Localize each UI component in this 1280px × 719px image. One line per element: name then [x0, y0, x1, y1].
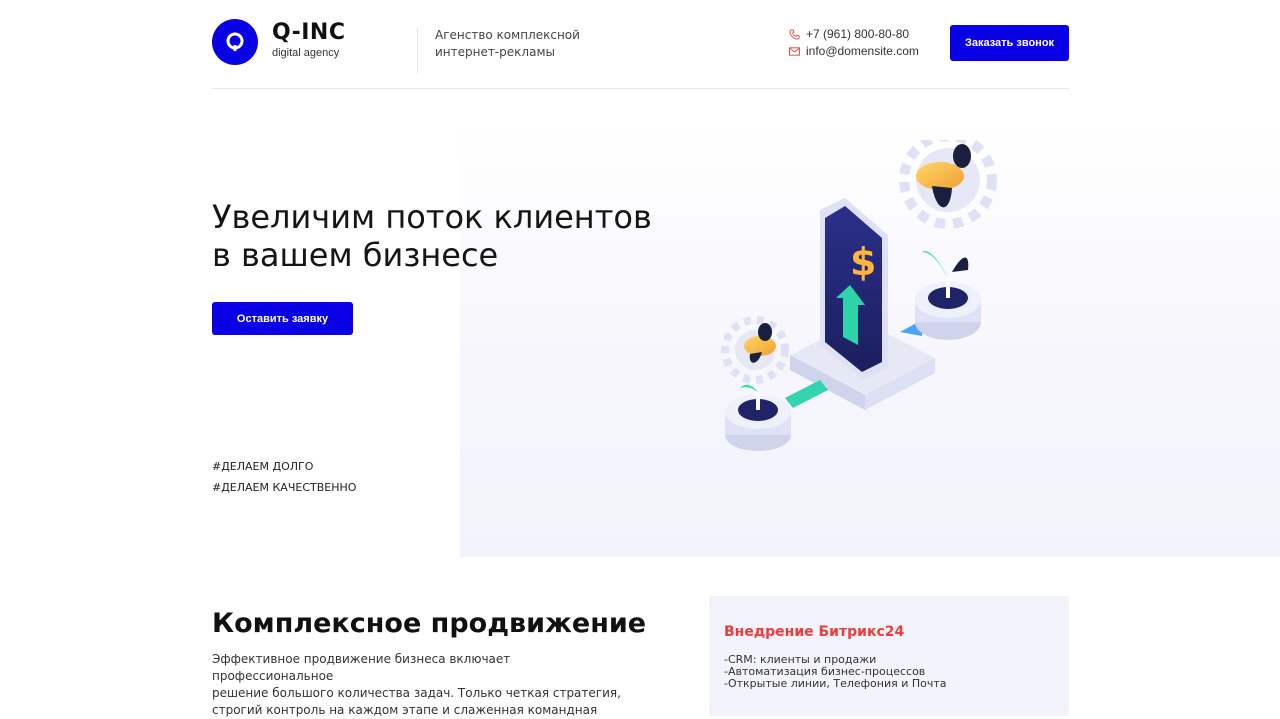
tagline-line: интернет-рекламы — [435, 45, 555, 59]
hero-title-line: Увеличим поток клиентов — [212, 198, 652, 236]
description-line: решение большого количества задач. Тольк… — [212, 686, 621, 700]
mail-icon — [789, 46, 800, 56]
hero-title-line: в вашем бизнесе — [212, 236, 499, 274]
gear-coin-left — [721, 316, 789, 384]
logo-q-icon — [226, 32, 244, 51]
growth-illustration: $ — [721, 140, 997, 451]
service-card-title[interactable]: Внедрение Битрикс24 — [724, 624, 904, 640]
email-address[interactable]: info@domensite.com — [806, 44, 919, 58]
hashtag: #ДЕЛАЕМ ДОЛГО — [212, 460, 314, 473]
hashtag: #ДЕЛАЕМ КАЧЕСТВЕННО — [212, 481, 357, 494]
service-card-list: -CRM: клиенты и продажи -Автоматизация б… — [724, 654, 947, 690]
agency-tagline: Агенство комплексной интернет-рекламы — [435, 27, 605, 61]
logo-name[interactable]: Q-INC — [272, 20, 345, 45]
description-line: Эффективное продвижение бизнеса включает… — [212, 652, 511, 683]
logo-subtitle: digital agency — [272, 47, 340, 59]
phone-contact[interactable]: +7 (961) 800-80-80 — [789, 27, 909, 41]
phone-number[interactable]: +7 (961) 800-80-80 — [806, 27, 909, 41]
phone-icon — [789, 28, 800, 40]
header-separator — [212, 88, 1069, 89]
section-description: Эффективное продвижение бизнеса включает… — [212, 651, 632, 719]
service-card-item: -Открытые линии, Телефония и Почта — [724, 677, 947, 690]
order-call-button[interactable]: Заказать звонок — [950, 25, 1069, 61]
hero-title: Увеличим поток клиентов в вашем бизнесе — [212, 198, 732, 274]
email-contact[interactable]: info@domensite.com — [789, 44, 919, 58]
pedestal-right — [915, 251, 981, 340]
pedestal-left — [725, 384, 791, 451]
section-title: Комплексное продвижение — [212, 608, 647, 639]
leave-request-button[interactable]: Оставить заявку — [212, 302, 353, 335]
phone-device: $ — [820, 198, 888, 380]
header-divider — [417, 28, 418, 74]
gear-coin-top — [899, 140, 997, 229]
description-line: строгий контроль на каждом этапе и слаже… — [212, 703, 598, 717]
logo-mark[interactable] — [212, 19, 258, 65]
tagline-line: Агенство комплексной — [435, 28, 580, 42]
dollar-sign: $ — [850, 240, 876, 284]
connector-arrow — [785, 380, 828, 408]
